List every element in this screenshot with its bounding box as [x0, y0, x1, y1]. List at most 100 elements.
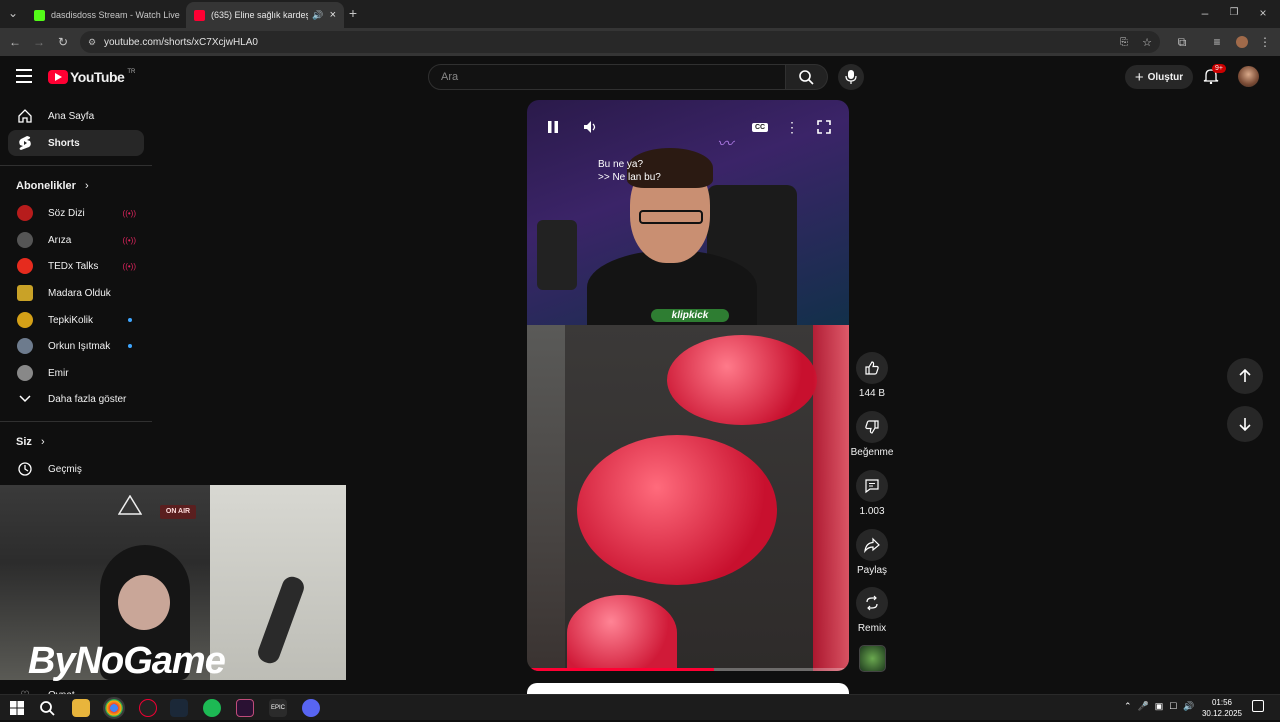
dislike-button[interactable]: Beğenme [850, 411, 894, 458]
browser-tab-bar: ⌄ dasdisdoss Stream - Watch Live × (635)… [0, 0, 1280, 28]
reload-button[interactable]: ↻ [54, 33, 72, 51]
file-explorer-icon[interactable] [72, 699, 90, 717]
show-more-button[interactable]: Daha fazla göster [8, 386, 144, 412]
channel-avatar [16, 284, 34, 302]
minimize-window-button[interactable]: – [1196, 4, 1214, 22]
sidebar-item-label: Ana Sayfa [48, 110, 95, 122]
youtube-favicon-icon [194, 9, 205, 21]
subscriptions-title: Abonelikler [16, 180, 76, 192]
like-count: 144 B [858, 388, 886, 399]
app-icon[interactable] [139, 699, 157, 717]
share-label: Paylaş [856, 565, 887, 576]
steam-icon[interactable] [170, 699, 188, 717]
youtube-header: YouTube TR Ara + Oluştur 9+ [0, 56, 1280, 98]
sidebar-sub-item[interactable]: Arıza ((•)) [8, 227, 144, 253]
pause-button[interactable] [544, 118, 562, 136]
url-text: youtube.com/shorts/xC7XcjwHLA0 [104, 36, 258, 48]
comments-button[interactable]: 1.003 [850, 470, 894, 517]
address-bar[interactable]: ⚙ youtube.com/shorts/xC7XcjwHLA0 ⎘ ☆ [80, 31, 1160, 53]
account-avatar[interactable] [1238, 66, 1259, 87]
tab-youtube-short[interactable]: (635) Eline sağlık kardeşim 🔊 × [186, 2, 344, 28]
sidebar-sub-item[interactable]: Emir [8, 360, 144, 386]
reactor-glasses [639, 210, 703, 224]
emir-avatar [17, 365, 33, 381]
sidebar-sub-item[interactable]: TEDx Talks ((•)) [8, 253, 144, 279]
tab-search-icon[interactable]: ⌄ [4, 4, 22, 22]
plus-icon: + [1134, 68, 1144, 86]
sidebar-sub-item[interactable]: Madara Olduk [8, 280, 144, 306]
sidebar-sub-item[interactable]: Orkun Işıtmak [8, 333, 144, 359]
shorts-player[interactable]: 〰 CC ⋮ Bu ne ya? >> Ne lan bu? klipkick [527, 100, 849, 671]
next-short-button[interactable] [1227, 406, 1263, 442]
previous-short-button[interactable] [1227, 358, 1263, 394]
madara-olduk-avatar [17, 285, 33, 301]
captions-button[interactable]: CC [751, 118, 769, 136]
media-control-icon[interactable]: ≡ [1208, 33, 1226, 51]
speaker-icon[interactable]: 🔊 [312, 10, 323, 21]
close-tab-icon[interactable]: × [180, 9, 184, 21]
channel-avatar [16, 204, 34, 222]
discord-icon[interactable] [302, 699, 320, 717]
microphone-icon [845, 70, 857, 84]
sub-label: Madara Olduk [48, 287, 111, 299]
more-options-icon[interactable]: ⋮ [783, 118, 801, 136]
youtube-logo[interactable]: YouTube TR [48, 69, 135, 85]
shorts-icon [16, 134, 34, 152]
sidebar-item-home[interactable]: Ana Sayfa [8, 103, 144, 129]
remix-icon [856, 587, 888, 619]
sidebar-sub-item[interactable]: Söz Dizi ((•)) [8, 200, 144, 226]
forward-button[interactable]: → [30, 33, 48, 51]
voice-search-button[interactable] [838, 64, 864, 90]
next-short-preview[interactable] [527, 683, 849, 694]
audio-track-thumbnail[interactable] [859, 645, 886, 672]
you-header[interactable]: Siz › [16, 436, 45, 448]
share-button[interactable]: Paylaş [850, 529, 894, 576]
notification-center-icon[interactable] [1252, 700, 1264, 712]
search-button[interactable] [786, 64, 828, 90]
sidebar-item-shorts[interactable]: Shorts [8, 130, 144, 156]
browser-menu-icon[interactable]: ⋮ [1256, 33, 1274, 51]
system-clock[interactable]: 01:56 30.12.2025 [1198, 697, 1246, 719]
create-button[interactable]: + Oluştur [1125, 65, 1193, 89]
notifications-button[interactable]: 9+ [1203, 64, 1226, 86]
back-button[interactable]: ← [6, 33, 24, 51]
volume-button[interactable] [581, 118, 599, 136]
fullscreen-button[interactable] [815, 118, 833, 136]
epic-games-icon[interactable]: EPIC [269, 699, 287, 717]
new-tab-button[interactable]: + [344, 4, 362, 22]
channel-avatar [16, 231, 34, 249]
app-icon[interactable] [236, 699, 254, 717]
remix-button[interactable]: Remix [850, 587, 894, 634]
chrome-icon[interactable] [103, 697, 125, 719]
red-pastry-bottom [567, 595, 677, 671]
taskbar-search-icon[interactable] [38, 699, 56, 717]
extensions-icon[interactable]: ⧉ [1173, 33, 1191, 51]
close-window-button[interactable]: × [1254, 4, 1272, 22]
live-indicator-icon: ((•)) [122, 208, 136, 218]
site-info-icon[interactable]: ⚙ [88, 37, 96, 48]
spotify-icon[interactable] [203, 699, 221, 717]
channel-avatar [16, 257, 34, 275]
windows-start-icon[interactable] [8, 699, 26, 717]
tepkikolik-avatar [17, 312, 33, 328]
cast-icon[interactable]: ⎘ [1120, 37, 1128, 48]
sidebar-sub-item[interactable]: TepkiKolik [8, 307, 144, 333]
tab-kick-stream[interactable]: dasdisdoss Stream - Watch Live × [26, 2, 184, 28]
close-tab-icon[interactable]: × [324, 9, 336, 21]
like-button[interactable]: 144 B [850, 352, 894, 399]
sidebar-item-history[interactable]: Geçmiş [8, 456, 144, 482]
profile-avatar[interactable] [1233, 33, 1251, 51]
system-tray-icons[interactable]: ⌃🎤▣☐🔊 [1124, 701, 1201, 712]
comment-icon [856, 470, 888, 502]
subscriptions-header[interactable]: Abonelikler › [16, 180, 89, 192]
share-arrow-icon [856, 529, 888, 561]
live-indicator-icon: ((•)) [122, 235, 136, 245]
video-progress-bar[interactable] [527, 668, 849, 671]
restore-window-button[interactable]: ❐ [1225, 4, 1243, 22]
bookmark-star-icon[interactable]: ☆ [1142, 36, 1152, 49]
search-input[interactable]: Ara [428, 64, 786, 90]
hamburger-menu-icon[interactable] [16, 69, 32, 83]
comment-count: 1.003 [859, 506, 885, 517]
streamer-face [118, 575, 170, 630]
browser-toolbar: ← → ↻ ⚙ youtube.com/shorts/xC7XcjwHLA0 ⎘… [0, 28, 1280, 56]
